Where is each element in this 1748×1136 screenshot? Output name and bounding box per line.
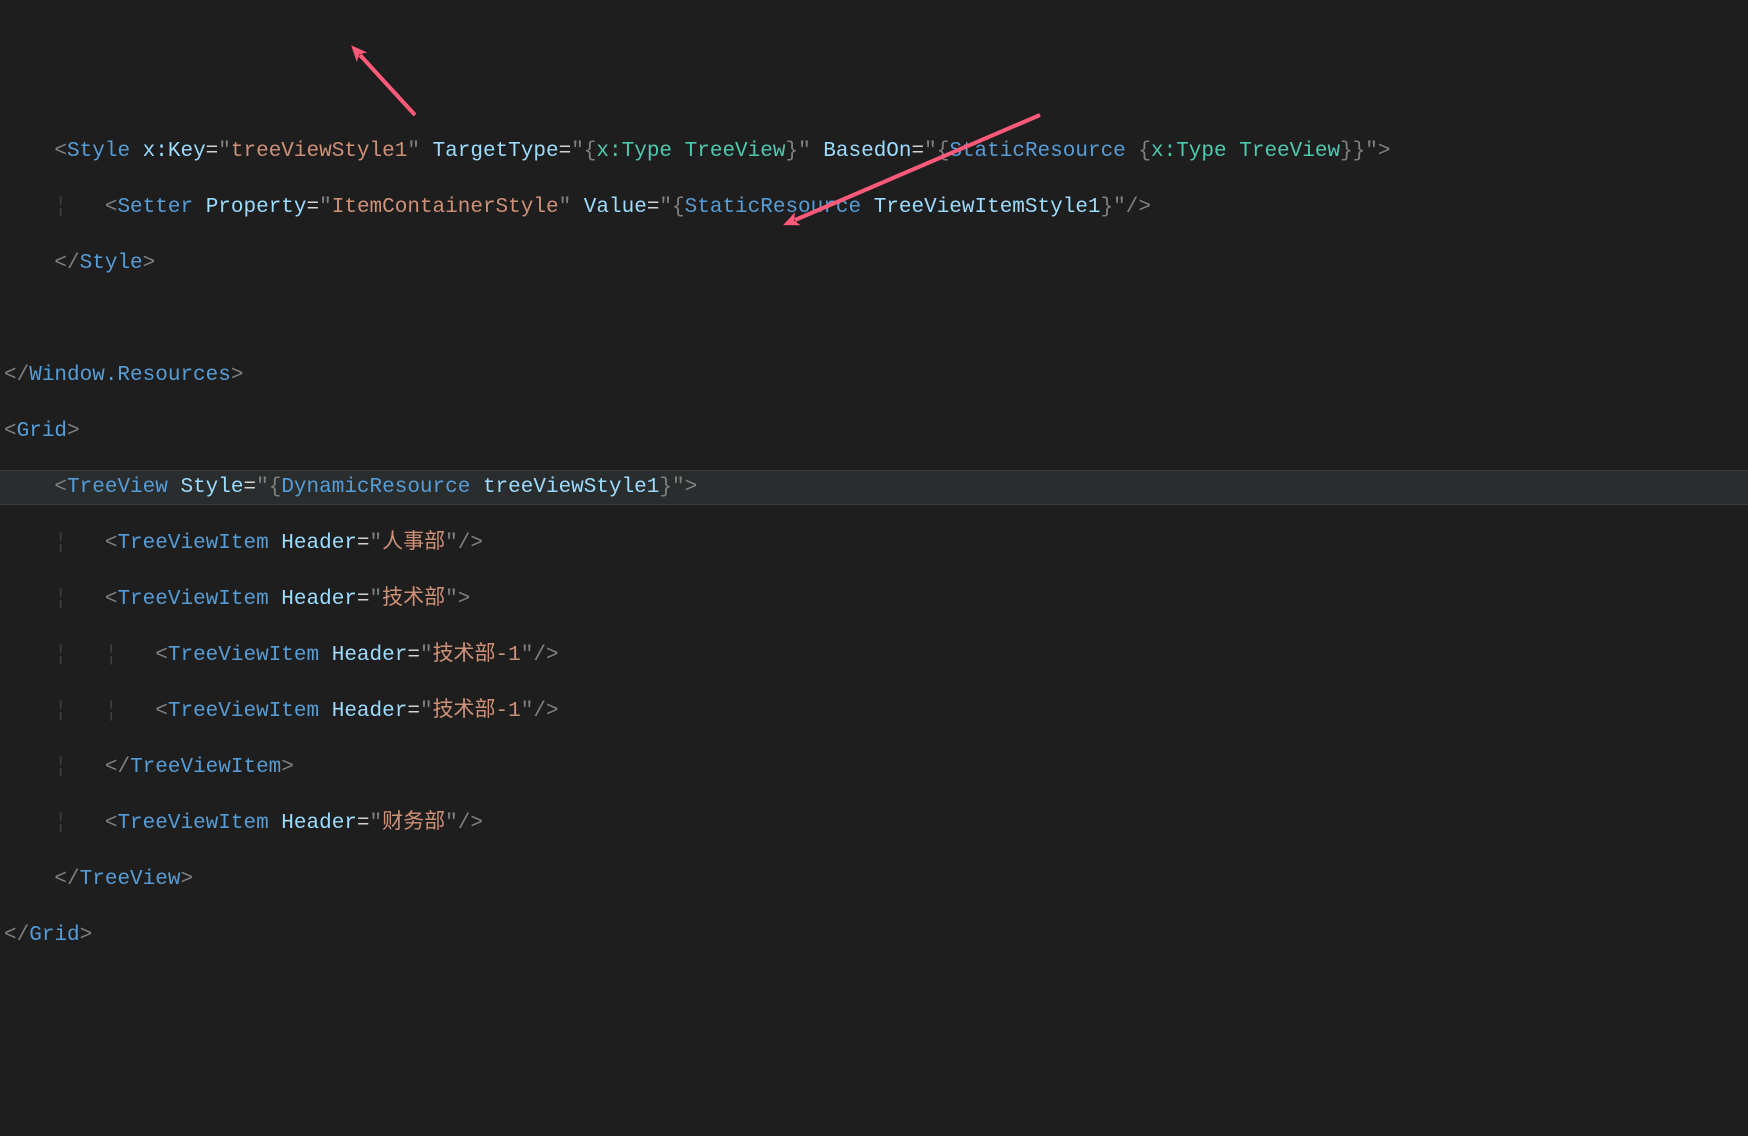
code-line-highlighted: <TreeView Style="{DynamicResource treeVi… xyxy=(0,470,1748,505)
code-line: ¦ <TreeViewItem Header="技术部"> xyxy=(0,583,1748,616)
code-line: ¦ ¦ <TreeViewItem Header="技术部-1"/> xyxy=(0,639,1748,672)
code-line: </Grid> xyxy=(0,919,1748,952)
code-line: <Grid> xyxy=(0,415,1748,448)
code-line: ¦ <TreeViewItem Header="财务部"/> xyxy=(0,807,1748,840)
annotation-arrow-icon xyxy=(360,55,415,115)
code-line: ¦ ¦ <TreeViewItem Header="技术部-1"/> xyxy=(0,695,1748,728)
code-line: <Style x:Key="treeViewStyle1" TargetType… xyxy=(0,135,1748,168)
code-line: ¦ <TreeViewItem Header="人事部"/> xyxy=(0,527,1748,560)
code-line: ¦ </TreeViewItem> xyxy=(0,751,1748,784)
code-line: </Window.Resources> xyxy=(0,359,1748,392)
code-line: </Style> xyxy=(0,247,1748,280)
code-line: ¦ <Setter Property="ItemContainerStyle" … xyxy=(0,191,1748,224)
code-line xyxy=(0,303,1748,336)
code-editor[interactable]: <Style x:Key="treeViewStyle1" TargetType… xyxy=(0,112,1748,975)
code-line: </TreeView> xyxy=(0,863,1748,896)
